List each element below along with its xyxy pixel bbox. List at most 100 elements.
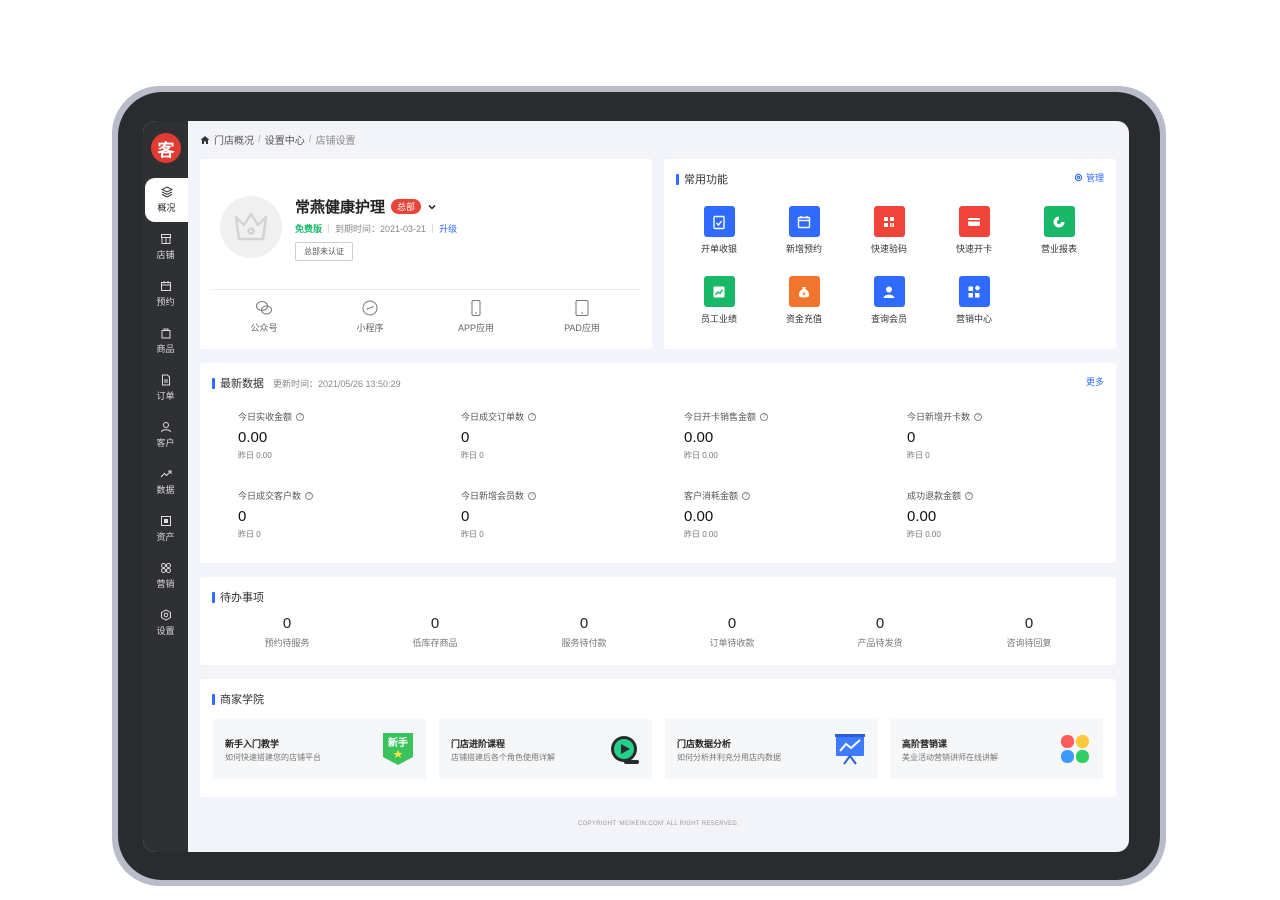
hq-certification-button[interactable]: 总部未认证 — [295, 242, 353, 261]
sidebar-item-label: 店铺 — [156, 250, 175, 260]
help-icon[interactable]: ? — [528, 491, 537, 500]
section-title: 待办事项 — [212, 589, 264, 605]
sidebar: 客 概况 店铺 预约 商品 订单 客户 数据 资产 营销 设置 — [143, 121, 188, 852]
sidebar-item-label: 预约 — [156, 297, 175, 307]
expire-date: 到期时间：2021-03-21 — [335, 224, 427, 234]
help-icon[interactable]: ? — [296, 412, 305, 421]
stat-today-new-cards: 今日新增开卡数? 0 昨日 0 — [907, 410, 1107, 461]
money-bag-icon: ¥ — [788, 276, 820, 307]
chevron-down-icon[interactable] — [427, 202, 437, 212]
course-data-analysis[interactable]: 门店数据分析 如何分析并利充分用店内数据 — [665, 719, 878, 779]
func-marketing-center[interactable]: 营销中心 — [944, 276, 1004, 325]
sidebar-item-overview[interactable]: 概况 — [145, 178, 188, 222]
help-icon[interactable]: ? — [965, 491, 974, 500]
sidebar-item-data[interactable]: 数据 — [143, 460, 188, 504]
app-logo[interactable]: 客 — [151, 133, 181, 163]
func-verify-code[interactable]: 快速验码 — [859, 206, 919, 255]
func-recharge[interactable]: ¥ 资金充值 — [774, 276, 834, 325]
todo-consult-reply[interactable]: 0 咨询待回复 — [969, 615, 1089, 649]
user-icon — [160, 422, 171, 433]
stat-today-card-sales: 今日开卡销售金额? 0.00 昨日 0.00 — [684, 410, 884, 461]
func-staff-performance[interactable]: 员工业绩 — [689, 276, 749, 325]
gear-icon — [160, 609, 171, 621]
store-name-row: 常燕健康护理 总部 — [295, 196, 437, 217]
calendar-icon — [160, 281, 171, 291]
help-icon[interactable]: ? — [528, 412, 537, 421]
sidebar-item-label: 客户 — [156, 438, 175, 448]
help-icon[interactable]: ? — [760, 412, 769, 421]
home-icon[interactable] — [200, 135, 210, 145]
func-business-report[interactable]: 营业报表 — [1029, 206, 1089, 255]
channel-label: APP应用 — [457, 323, 494, 333]
sidebar-item-settings[interactable]: 设置 — [143, 601, 188, 645]
todo-product-shipping[interactable]: 0 产品待发货 — [820, 615, 940, 649]
divider — [328, 224, 330, 233]
sidebar-item-label: 数据 — [156, 485, 175, 495]
crown-icon — [234, 212, 268, 241]
sidebar-item-label: 订单 — [156, 391, 175, 401]
sidebar-item-label: 商品 — [156, 344, 175, 354]
sidebar-item-orders[interactable]: 订单 — [143, 366, 188, 410]
help-icon[interactable]: ? — [305, 491, 314, 500]
sidebar-item-label: 概况 — [157, 203, 176, 213]
breadcrumb-separator: / — [308, 134, 312, 145]
manage-button[interactable]: 管理 — [1074, 171, 1104, 184]
sidebar-item-booking[interactable]: 预约 — [143, 272, 188, 316]
phone-icon — [471, 300, 481, 316]
help-icon[interactable]: ? — [742, 491, 751, 500]
hq-badge: 总部 — [391, 199, 422, 214]
layers-icon — [160, 186, 173, 198]
chart-icon — [703, 276, 735, 307]
todo-order-unpaid[interactable]: 0 订单待收款 — [672, 615, 792, 649]
todo-booking-service[interactable]: 0 预约待服务 — [227, 615, 347, 649]
channel-official-account[interactable]: 公众号 — [224, 299, 304, 334]
func-query-member[interactable]: 查询会员 — [859, 276, 919, 325]
todo-service-unpaid[interactable]: 0 服务待付款 — [524, 615, 644, 649]
func-new-booking[interactable]: 新增预约 — [774, 206, 834, 255]
sidebar-item-customers[interactable]: 客户 — [143, 413, 188, 457]
divider — [212, 289, 640, 290]
clipboard-icon — [703, 206, 735, 237]
sidebar-item-marketing[interactable]: 营销 — [143, 554, 188, 598]
channel-mini-program[interactable]: 小程序 — [330, 299, 410, 334]
course-beginner[interactable]: 新手入门教学 如何快速搭建您的店铺平台 新手 — [213, 719, 426, 779]
channel-app[interactable]: APP应用 — [436, 299, 516, 334]
blocks-icon — [958, 276, 990, 307]
sidebar-item-assets[interactable]: 资产 — [143, 507, 188, 551]
upgrade-link[interactable]: 升级 — [439, 222, 457, 235]
mini-program-icon — [362, 300, 378, 316]
store-name: 常燕健康护理 — [295, 199, 386, 216]
channel-label: 小程序 — [356, 323, 384, 333]
help-icon[interactable]: ? — [974, 412, 983, 421]
breadcrumb-settings-center[interactable]: 设置中心 — [265, 132, 305, 147]
sidebar-item-products[interactable]: 商品 — [143, 319, 188, 363]
clover-apps-icon — [1061, 735, 1089, 763]
divider — [432, 224, 434, 233]
store-icon — [160, 234, 171, 244]
wechat-icon — [256, 301, 272, 315]
svg-text:新手: 新手 — [388, 736, 408, 749]
course-advanced[interactable]: 门店进阶课程 店铺搭建后各个角色使用详解 — [439, 719, 652, 779]
channel-pad[interactable]: PAD应用 — [542, 299, 622, 334]
breadcrumb-separator: / — [258, 134, 261, 145]
todo-card: 待办事项 0 预约待服务 0 低库存商品 0 服务待付款 0 订单待收款 0 产品待发货 … — [200, 577, 1116, 665]
stat-today-revenue: 今日实收金额? 0.00 昨日 0.00 — [238, 410, 438, 461]
sidebar-item-label: 设置 — [156, 626, 175, 636]
course-marketing[interactable]: 高阶营销课 美业活动营销讲师在线讲解 — [890, 719, 1103, 779]
stat-customer-consumption: 客户消耗金额? 0.00 昨日 0.00 — [684, 489, 884, 540]
store-info-card: 常燕健康护理 总部 免费版 到期时间：2021-03-21 升级 总部未认证 公… — [200, 159, 652, 349]
member-icon — [873, 276, 905, 307]
func-open-card[interactable]: 快速开卡 — [944, 206, 1004, 255]
sidebar-item-store[interactable]: 店铺 — [143, 225, 188, 269]
todo-low-stock[interactable]: 0 低库存商品 — [375, 615, 495, 649]
sidebar-item-label: 资产 — [156, 532, 175, 542]
presentation-chart-icon — [835, 734, 865, 765]
calendar-icon — [788, 206, 820, 237]
update-time: 更新时间：2021/05/26 13:50:29 — [273, 378, 401, 389]
more-link[interactable]: 更多 — [1086, 375, 1104, 388]
store-avatar[interactable] — [220, 196, 282, 258]
app-screen: 客 概况 店铺 预约 商品 订单 客户 数据 资产 营销 设置 门店概况 / 设… — [143, 121, 1129, 852]
func-checkout[interactable]: 开单收银 — [689, 206, 749, 255]
stat-today-new-members: 今日新增会员数? 0 昨日 0 — [461, 489, 661, 540]
breadcrumb-home[interactable]: 门店概况 — [214, 132, 254, 147]
